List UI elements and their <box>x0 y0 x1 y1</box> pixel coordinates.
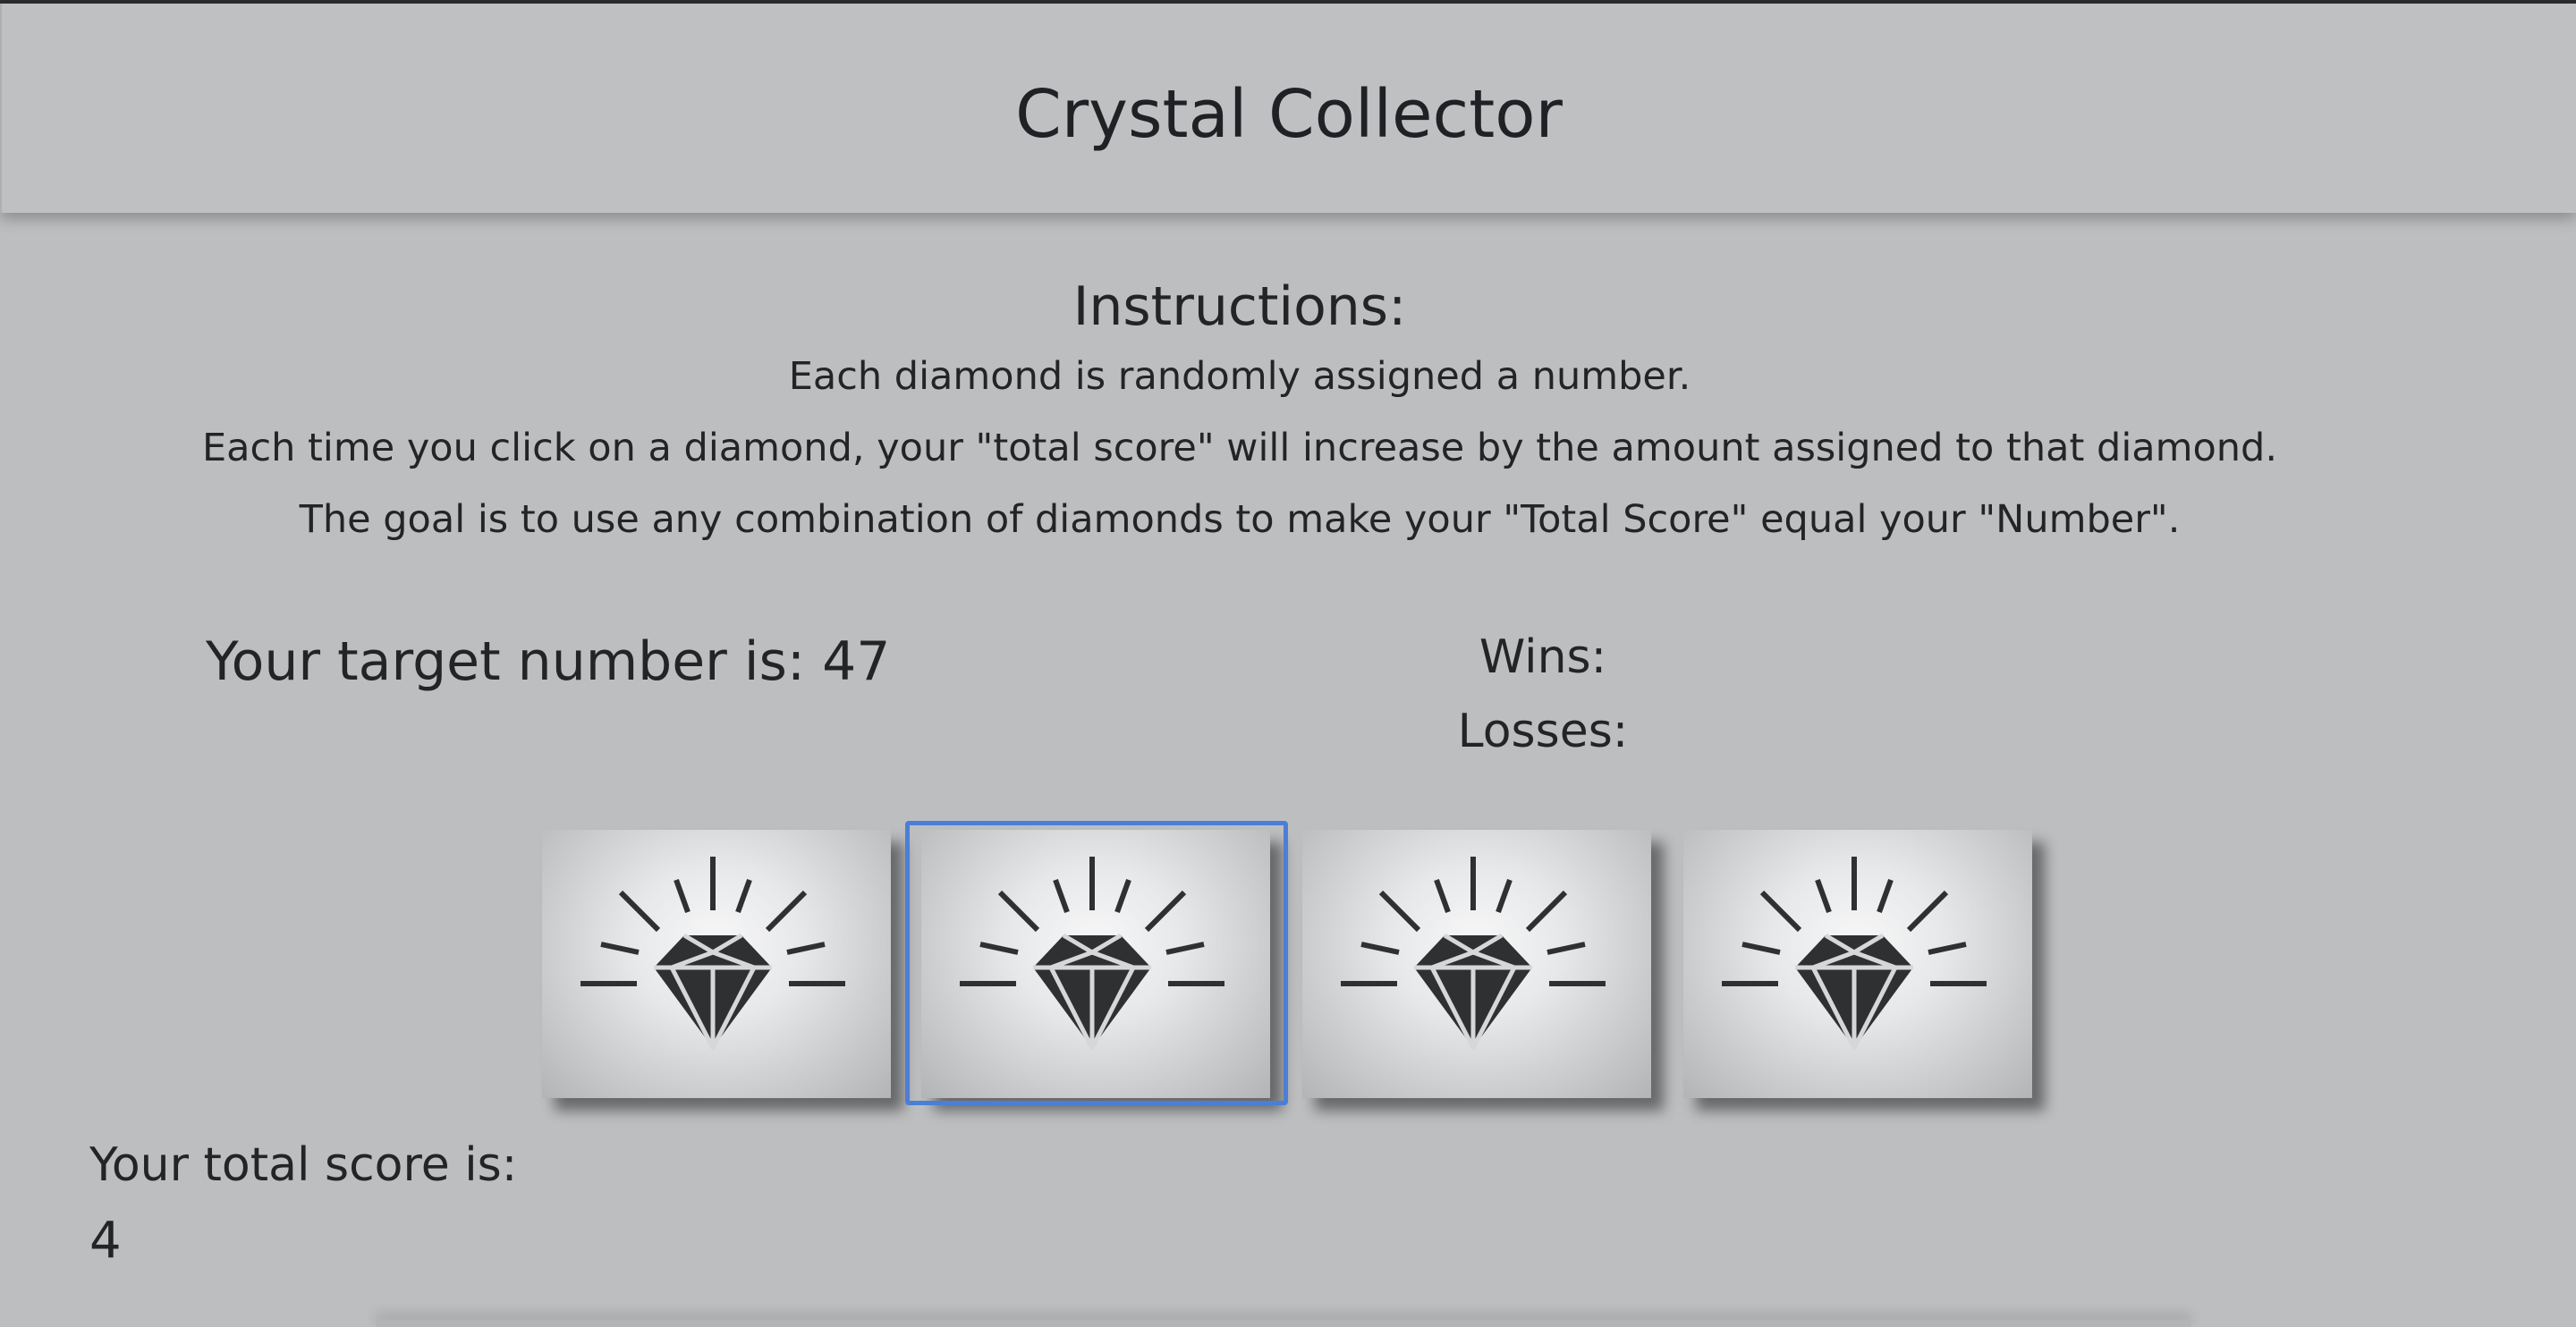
footer-edge <box>376 1320 2191 1327</box>
instruction-line: Each time you click on a diamond, your "… <box>201 426 2278 470</box>
instructions-heading: Instructions: <box>1072 275 1407 338</box>
app-header: Crystal Collector <box>0 4 2576 213</box>
crystal-button-2[interactable] <box>921 830 1270 1098</box>
wins-label: Wins: <box>1479 630 1607 684</box>
diamond-icon <box>1302 830 1651 1098</box>
losses-label: Losses: <box>1457 705 1629 758</box>
instruction-line: Each diamond is randomly assigned a numb… <box>788 354 1691 399</box>
crystal-button-3[interactable] <box>1302 830 1651 1098</box>
diamond-icon <box>921 830 1270 1098</box>
target-number: Your target number is: 47 <box>206 630 891 693</box>
diamond-icon <box>542 830 891 1098</box>
app-title: Crystal Collector <box>1015 76 1563 153</box>
diamond-icon <box>1683 830 2032 1098</box>
total-score-label: Your total score is: <box>89 1138 518 1192</box>
total-score-value: 4 <box>89 1212 122 1270</box>
crystal-button-4[interactable] <box>1683 830 2032 1098</box>
instruction-line: The goal is to use any combination of di… <box>299 497 2181 542</box>
crystal-button-1[interactable] <box>542 830 891 1098</box>
